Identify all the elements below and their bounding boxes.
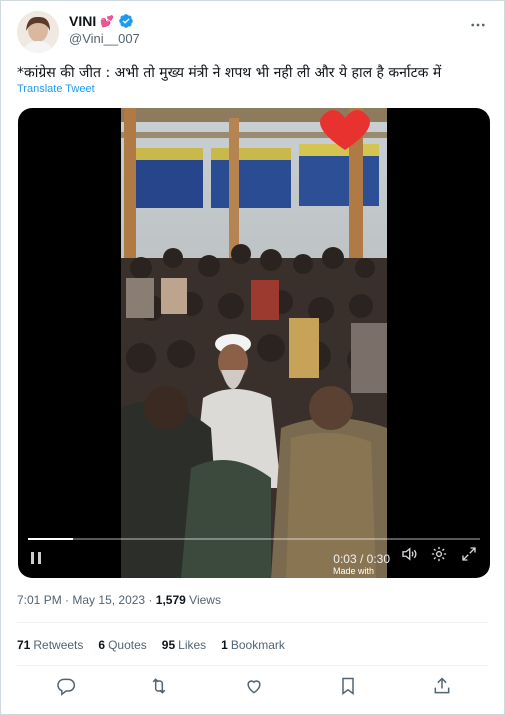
retweets-count: 71 bbox=[17, 638, 31, 652]
fullscreen-icon[interactable] bbox=[460, 545, 478, 567]
avatar[interactable] bbox=[17, 11, 59, 53]
likes-count: 95 bbox=[161, 638, 176, 652]
share-icon[interactable] bbox=[431, 675, 453, 697]
retweets-label: Retweets bbox=[33, 638, 84, 652]
divider bbox=[17, 665, 488, 666]
pause-icon[interactable] bbox=[28, 550, 44, 566]
verified-badge-icon bbox=[118, 13, 134, 29]
views-label: Views bbox=[189, 593, 221, 607]
video-player[interactable]: Made with 0:03 / 0:30 bbox=[18, 108, 490, 578]
quotes-label: Quotes bbox=[108, 638, 147, 652]
author-name-row[interactable]: VINI 💕 bbox=[69, 13, 134, 29]
tweet-stats: 71 Retweets 6 Quotes 95 Likes 1 Bookmark bbox=[17, 638, 285, 652]
likes-stat[interactable]: 95 Likes bbox=[162, 638, 206, 652]
avatar-image bbox=[17, 11, 59, 53]
tweet-time[interactable]: 7:01 PM bbox=[17, 593, 62, 607]
video-progress-fill bbox=[28, 538, 74, 540]
retweet-icon[interactable] bbox=[148, 675, 170, 697]
video-controls: 0:03 / 0:30 bbox=[18, 534, 490, 578]
author-name[interactable]: VINI bbox=[69, 13, 96, 29]
action-bar bbox=[1, 675, 504, 699]
likes-label: Likes bbox=[178, 638, 207, 652]
retweets-stat[interactable]: 71 Retweets bbox=[17, 638, 83, 652]
divider bbox=[17, 622, 488, 623]
quotes-stat[interactable]: 6 Quotes bbox=[98, 638, 146, 652]
like-icon[interactable] bbox=[243, 675, 265, 697]
reply-icon[interactable] bbox=[55, 675, 77, 697]
meta-separator: · bbox=[148, 593, 156, 607]
volume-icon[interactable] bbox=[400, 545, 418, 567]
gear-icon[interactable] bbox=[430, 545, 448, 567]
bookmark-icon[interactable] bbox=[337, 675, 359, 697]
bookmarks-stat[interactable]: 1 Bookmark bbox=[221, 638, 285, 652]
author-handle[interactable]: @Vini__007 bbox=[69, 31, 140, 46]
video-frame-image: Made with bbox=[121, 108, 387, 578]
author-name-emoji: 💕 bbox=[100, 14, 114, 28]
tweet-meta: 7:01 PM · May 15, 2023 · 1,579 Views bbox=[17, 593, 221, 607]
tweet-date[interactable]: May 15, 2023 bbox=[72, 593, 145, 607]
bookmarks-count: 1 bbox=[221, 638, 228, 652]
video-progress-bar[interactable] bbox=[28, 538, 480, 540]
translate-tweet-link[interactable]: Translate Tweet bbox=[17, 83, 95, 95]
tweet-text: *कांग्रेस की जीत : अभी तो मुख्य मंत्री न… bbox=[17, 65, 442, 81]
quotes-count: 6 bbox=[98, 638, 106, 652]
video-frame[interactable]: Made with bbox=[121, 108, 387, 578]
video-time: 0:03 / 0:30 bbox=[333, 552, 390, 566]
tweet-card: VINI 💕 @Vini__007 *कांग्रेस की जीत : अभी… bbox=[0, 0, 505, 715]
views-count: 1,579 bbox=[155, 593, 186, 607]
bookmarks-label: Bookmark bbox=[230, 638, 285, 652]
more-icon[interactable] bbox=[468, 15, 488, 35]
